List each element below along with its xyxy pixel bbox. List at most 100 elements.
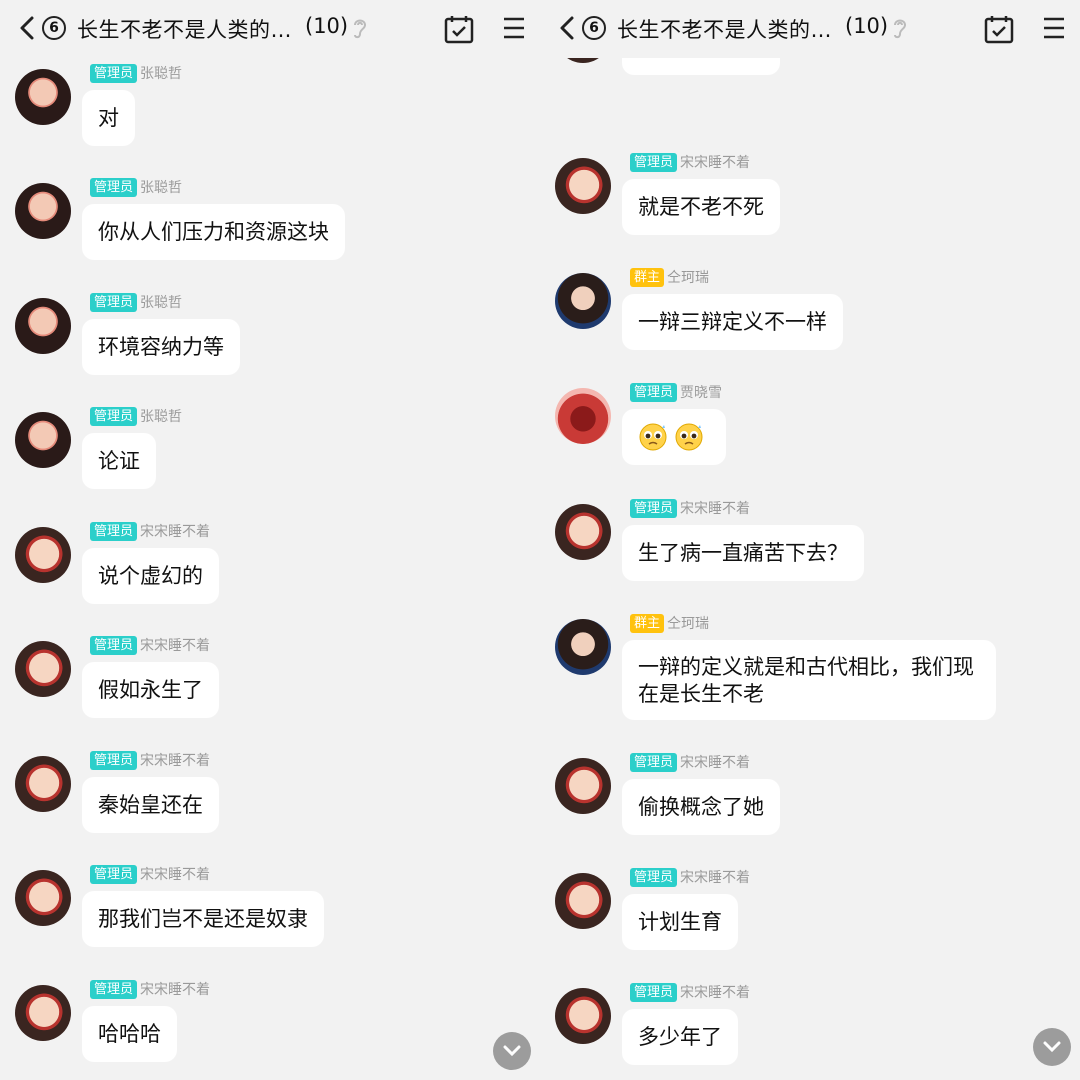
message-bubble[interactable] — [622, 409, 726, 465]
message-text: 生了病一直痛苦下去？ — [638, 540, 848, 565]
message-text: 说个虚幻的 — [98, 563, 203, 588]
message-bubble[interactable]: 论证 — [82, 433, 156, 489]
chat-header: 6 长生不老不是人类的… (10) — [540, 0, 1080, 58]
sender-name[interactable]: 宋宋睡不着 — [140, 979, 210, 999]
sender-name[interactable]: 宋宋睡不着 — [140, 750, 210, 770]
message-bubble[interactable]: 对 — [82, 90, 135, 146]
admin-badge: 管理员 — [630, 982, 678, 1002]
message-text: 就是不老不死 — [638, 194, 764, 219]
sender-name[interactable]: 宋宋睡不着 — [140, 521, 210, 541]
sender-name[interactable]: 张聪哲 — [140, 292, 182, 312]
message-bubble[interactable]: 一辩的定义就是和古代相比，我们现在是长生不老 — [622, 640, 996, 720]
avatar[interactable] — [15, 641, 71, 697]
message-text: 假如永生了 — [98, 677, 203, 702]
sender-meta: 管理员 宋宋睡不着 — [90, 979, 210, 999]
avatar[interactable] — [15, 183, 71, 239]
avatar[interactable] — [15, 756, 71, 812]
scroll-to-bottom-button[interactable] — [493, 1032, 531, 1070]
message-bubble[interactable]: 假如永生了 — [82, 662, 219, 718]
avatar[interactable] — [555, 504, 611, 560]
sender-name[interactable]: 宋宋睡不着 — [680, 982, 750, 1002]
avatar[interactable] — [555, 988, 611, 1044]
admin-badge: 管理员 — [90, 292, 138, 312]
admin-badge: 管理员 — [90, 406, 138, 426]
chat-header: 6 长生不老不是人类的… (10) — [0, 0, 540, 58]
message-bubble[interactable]: 哈哈哈 — [82, 1006, 177, 1062]
sender-name[interactable]: 贾晓雪 — [680, 382, 722, 402]
admin-badge: 管理员 — [90, 750, 138, 770]
chat-panel-right: 6 长生不老不是人类的… (10) 说了长生不老管理员宋宋睡不着就是不老不死群主… — [540, 0, 1080, 1080]
sender-name[interactable]: 宋宋睡不着 — [140, 864, 210, 884]
sender-meta: 管理员 宋宋睡不着 — [630, 152, 750, 172]
message-bubble[interactable]: 秦始皇还在 — [82, 777, 219, 833]
avatar[interactable] — [555, 158, 611, 214]
message-text: 对 — [98, 105, 119, 130]
back-arrow-icon[interactable] — [556, 15, 580, 41]
avatar[interactable] — [15, 298, 71, 354]
sender-name[interactable]: 仝珂瑞 — [667, 613, 709, 633]
member-count: (10) — [845, 14, 889, 38]
message-text: 秦始皇还在 — [98, 792, 203, 817]
message-bubble[interactable]: 那我们岂不是还是奴隶 — [82, 891, 324, 947]
unread-count-badge[interactable]: 6 — [582, 16, 606, 40]
avatar[interactable] — [15, 870, 71, 926]
avatar[interactable] — [555, 388, 611, 444]
sender-name[interactable]: 宋宋睡不着 — [680, 152, 750, 172]
admin-badge: 管理员 — [630, 498, 678, 518]
pleading-face-icon — [639, 423, 667, 451]
member-count: (10) — [305, 14, 349, 38]
admin-badge: 管理员 — [630, 752, 678, 772]
message-bubble[interactable]: 你从人们压力和资源这块 — [82, 204, 345, 260]
ear-mode-icon — [894, 19, 907, 39]
chat-title: 长生不老不是人类的… — [617, 18, 832, 42]
sender-meta: 管理员 张聪哲 — [90, 63, 182, 83]
avatar[interactable] — [15, 985, 71, 1041]
admin-badge: 管理员 — [90, 177, 138, 197]
avatar[interactable] — [555, 273, 611, 329]
message-text: 哈哈哈 — [98, 1021, 161, 1046]
avatar[interactable] — [15, 412, 71, 468]
admin-badge: 管理员 — [630, 382, 678, 402]
menu-icon[interactable] — [502, 16, 526, 40]
message-text: 一辩三辩定义不一样 — [638, 309, 827, 334]
message-bubble[interactable]: 偷换概念了她 — [622, 779, 780, 835]
owner-badge: 群主 — [630, 267, 665, 287]
back-arrow-icon[interactable] — [16, 15, 40, 41]
menu-icon[interactable] — [1042, 16, 1066, 40]
avatar[interactable] — [15, 527, 71, 583]
ear-mode-icon — [354, 19, 367, 39]
message-text: 环境容纳力等 — [98, 334, 224, 359]
message-bubble[interactable]: 就是不老不死 — [622, 179, 780, 235]
chat-title: 长生不老不是人类的… — [77, 18, 292, 42]
sender-name[interactable]: 仝珂瑞 — [667, 267, 709, 287]
sender-name[interactable]: 宋宋睡不着 — [140, 635, 210, 655]
avatar[interactable] — [555, 758, 611, 814]
sender-name[interactable]: 宋宋睡不着 — [680, 867, 750, 887]
message-bubble[interactable]: 生了病一直痛苦下去？ — [622, 525, 864, 581]
sender-meta: 管理员 张聪哲 — [90, 406, 182, 426]
message-bubble[interactable]: 计划生育 — [622, 894, 738, 950]
admin-badge: 管理员 — [90, 864, 138, 884]
sender-name[interactable]: 宋宋睡不着 — [680, 752, 750, 772]
unread-count-badge[interactable]: 6 — [42, 16, 66, 40]
sender-name[interactable]: 张聪哲 — [140, 63, 182, 83]
message-bubble[interactable]: 说个虚幻的 — [82, 548, 219, 604]
message-bubble[interactable]: 环境容纳力等 — [82, 319, 240, 375]
sender-meta: 群主 仝珂瑞 — [630, 267, 709, 287]
message-text: 多少年了 — [638, 1024, 722, 1049]
sender-meta: 管理员 张聪哲 — [90, 177, 182, 197]
scroll-to-bottom-button[interactable] — [1033, 1028, 1071, 1066]
sender-name[interactable]: 宋宋睡不着 — [680, 498, 750, 518]
message-bubble[interactable]: 多少年了 — [622, 1009, 738, 1065]
sender-name[interactable]: 张聪哲 — [140, 177, 182, 197]
sender-meta: 管理员 宋宋睡不着 — [90, 635, 210, 655]
message-bubble[interactable]: 一辩三辩定义不一样 — [622, 294, 843, 350]
calendar-check-icon[interactable] — [984, 14, 1014, 44]
avatar[interactable] — [15, 69, 71, 125]
sender-name[interactable]: 张聪哲 — [140, 406, 182, 426]
admin-badge: 管理员 — [90, 979, 138, 999]
avatar[interactable] — [555, 873, 611, 929]
avatar[interactable] — [555, 619, 611, 675]
sender-meta: 管理员 张聪哲 — [90, 292, 182, 312]
calendar-check-icon[interactable] — [444, 14, 474, 44]
